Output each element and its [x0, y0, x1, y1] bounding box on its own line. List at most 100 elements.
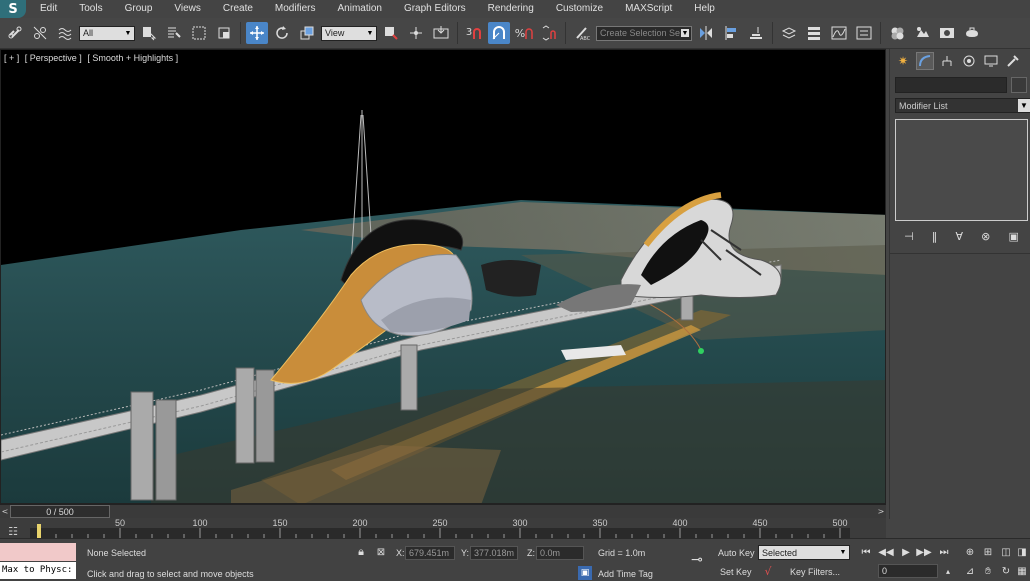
select-object-icon[interactable]	[138, 22, 160, 44]
render-setup-icon[interactable]	[911, 22, 933, 44]
selection-lock-icon[interactable]: 🔒︎	[354, 545, 368, 559]
snaps-toggle-icon[interactable]: 3	[463, 22, 485, 44]
modifier-stack[interactable]	[895, 119, 1028, 221]
menu-customize[interactable]: Customize	[545, 0, 614, 18]
select-by-name-icon[interactable]	[163, 22, 185, 44]
key-mode-dropdown[interactable]: Selected ▼	[758, 545, 850, 560]
select-and-scale-icon[interactable]	[296, 22, 318, 44]
bind-spacewarp-icon[interactable]	[54, 22, 76, 44]
show-end-result-icon[interactable]: ‖	[932, 230, 938, 243]
maximize-viewport-icon[interactable]: ▦	[1014, 564, 1030, 578]
absolute-offset-icon[interactable]: ⊠	[374, 545, 388, 559]
edit-named-selection-icon[interactable]: ABC	[571, 22, 593, 44]
pivot-center-icon[interactable]	[380, 22, 402, 44]
menu-rendering[interactable]: Rendering	[477, 0, 545, 18]
object-color-swatch[interactable]	[1011, 77, 1027, 93]
pin-stack-icon[interactable]: ⊣	[904, 230, 914, 243]
keyboard-shortcut-override-icon[interactable]	[430, 22, 452, 44]
time-slider-prev-icon[interactable]: <	[0, 505, 10, 518]
mini-curve-editor-icon[interactable]: ☷	[4, 524, 22, 538]
configure-modifier-sets-icon[interactable]: ▣	[1008, 230, 1018, 243]
set-key-button[interactable]: Set Key	[720, 567, 752, 577]
spinner-snap-icon[interactable]	[538, 22, 560, 44]
go-to-start-icon[interactable]: ⏮︎	[858, 545, 874, 559]
window-crossing-icon[interactable]	[213, 22, 235, 44]
rect-selection-region-icon[interactable]	[188, 22, 210, 44]
percent-snap-icon[interactable]: %	[513, 22, 535, 44]
menu-animation[interactable]: Animation	[326, 0, 392, 18]
mirror-icon[interactable]	[695, 22, 717, 44]
time-slider[interactable]: < 0 / 500 >	[0, 505, 886, 518]
time-config-icon[interactable]: ▴	[940, 564, 956, 578]
create-tab-icon[interactable]: ✷	[894, 52, 912, 70]
add-time-tag[interactable]: Add Time Tag	[598, 569, 653, 579]
viewport-shading-label[interactable]: [ Smooth + Highlights ]	[87, 53, 178, 63]
motion-tab-icon[interactable]	[960, 52, 978, 70]
link-icon[interactable]	[4, 22, 26, 44]
key-filters-button[interactable]: Key Filters...	[790, 567, 840, 577]
y-coordinate-field[interactable]: 377.018m	[470, 546, 518, 560]
render-production-icon[interactable]	[961, 22, 983, 44]
menu-graph-editors[interactable]: Graph Editors	[393, 0, 477, 18]
menu-modifiers[interactable]: Modifiers	[264, 0, 327, 18]
unlink-icon[interactable]	[29, 22, 51, 44]
zoom-icon[interactable]: ⊕	[962, 545, 978, 559]
current-frame-marker[interactable]	[37, 524, 41, 539]
select-and-rotate-icon[interactable]	[271, 22, 293, 44]
key-icon[interactable]: ⊸	[686, 552, 708, 568]
modifier-list-dropdown[interactable]: Modifier List ▼	[895, 98, 1030, 113]
app-logo-icon[interactable]: S	[0, 0, 26, 18]
previous-frame-icon[interactable]: ◀︎◀︎	[878, 545, 894, 559]
time-slider-next-icon[interactable]: >	[876, 505, 886, 518]
object-name-field[interactable]	[895, 77, 1007, 93]
schematic-view-icon[interactable]	[853, 22, 875, 44]
track-bar[interactable]: 50 100 150 200 250 300 350 400 450 500	[30, 518, 850, 539]
curve-editor-icon[interactable]	[828, 22, 850, 44]
rendered-frame-window-icon[interactable]	[936, 22, 958, 44]
angle-snap-icon[interactable]	[488, 22, 510, 44]
menu-group[interactable]: Group	[114, 0, 164, 18]
orbit-icon[interactable]: ↻	[998, 564, 1014, 578]
listener-output[interactable]	[0, 543, 76, 561]
select-manipulate-icon[interactable]	[405, 22, 427, 44]
auto-key-button[interactable]: Auto Key	[718, 548, 755, 558]
layer-explorer-icon[interactable]	[745, 22, 767, 44]
material-editor-icon[interactable]	[886, 22, 908, 44]
zoom-extents-all-icon[interactable]: ◨	[1014, 545, 1030, 559]
make-unique-icon[interactable]: ∀	[955, 230, 963, 243]
go-to-end-icon[interactable]: ⏭︎	[936, 545, 952, 559]
named-selection-sets-dropdown[interactable]: Create Selection Se ▼	[596, 25, 692, 41]
menu-edit[interactable]: Edit	[26, 0, 68, 18]
utilities-tab-icon[interactable]	[1004, 52, 1022, 70]
zoom-all-icon[interactable]: ⊞	[980, 545, 996, 559]
viewport-menu-label[interactable]: [ + ]	[4, 53, 19, 63]
listener-input[interactable]: Max to Physc:	[0, 562, 76, 579]
toggle-scene-explorer-icon[interactable]	[778, 22, 800, 44]
layer-manager-icon[interactable]	[803, 22, 825, 44]
play-icon[interactable]: ▶︎	[898, 545, 914, 559]
x-coordinate-field[interactable]: 679.451m	[405, 546, 455, 560]
selection-filter-dropdown[interactable]: All ▼	[79, 25, 135, 41]
menu-help[interactable]: Help	[683, 0, 726, 18]
reference-coordinate-dropdown[interactable]: View ▼	[321, 25, 377, 41]
menu-views[interactable]: Views	[163, 0, 212, 18]
menu-create[interactable]: Create	[212, 0, 264, 18]
time-tag-icon[interactable]: ▣	[578, 566, 592, 580]
align-icon[interactable]	[720, 22, 742, 44]
remove-modifier-icon[interactable]: ⊗	[981, 230, 990, 243]
key-tangent-icon[interactable]: √	[761, 564, 775, 578]
viewport-pov-label[interactable]: [ Perspective ]	[25, 53, 82, 63]
display-tab-icon[interactable]	[982, 52, 1000, 70]
field-of-view-icon[interactable]: ⊿	[962, 564, 978, 578]
next-frame-icon[interactable]: ▶︎▶︎	[916, 545, 932, 559]
z-coordinate-field[interactable]: 0.0m	[536, 546, 584, 560]
menu-maxscript[interactable]: MAXScript	[614, 0, 683, 18]
hierarchy-tab-icon[interactable]	[938, 52, 956, 70]
modify-tab-icon[interactable]	[916, 52, 934, 70]
maxscript-mini-listener[interactable]: Max to Physc:	[0, 543, 76, 580]
current-frame-field[interactable]: 0	[878, 564, 938, 578]
select-and-move-icon[interactable]	[246, 22, 268, 44]
zoom-extents-icon[interactable]: ◫	[998, 545, 1014, 559]
pan-icon[interactable]: ✋︎	[980, 564, 996, 578]
perspective-viewport[interactable]: [ + ] [ Perspective ] [ Smooth + Highlig…	[0, 49, 886, 504]
